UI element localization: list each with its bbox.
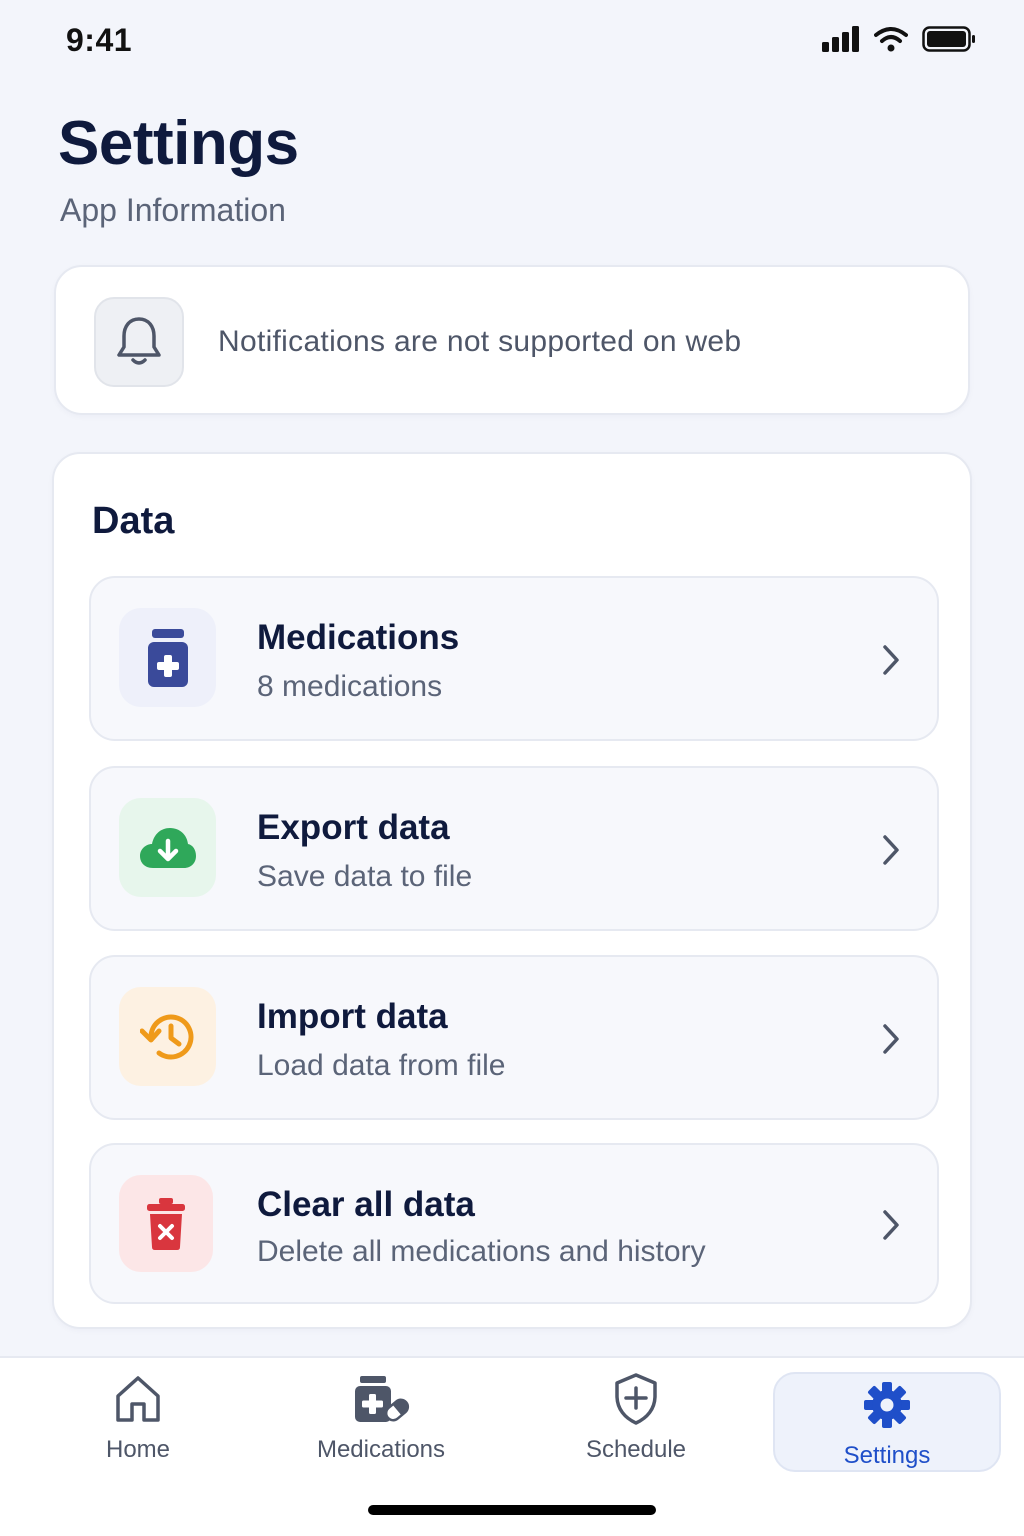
history-icon xyxy=(139,1014,193,1059)
page-title: Settings xyxy=(58,109,299,178)
notification-info-card: Notifications are not supported on web xyxy=(54,265,970,415)
notification-icon-box xyxy=(94,297,184,387)
export-data-row-subtitle: Save data to file xyxy=(257,860,473,893)
data-section-title: Data xyxy=(92,500,175,542)
medications-icon-box xyxy=(119,608,216,707)
bell-icon xyxy=(117,317,161,365)
nav-schedule-label: Schedule xyxy=(585,1436,687,1463)
cellular-signal-icon xyxy=(822,26,859,52)
import-icon-box xyxy=(119,987,216,1086)
clear-all-data-row-title: Clear all data xyxy=(257,1185,475,1224)
page-subtitle: App Information xyxy=(60,192,286,228)
import-data-row[interactable]: Import data Load data from file xyxy=(89,955,939,1120)
trash-icon xyxy=(147,1197,185,1250)
nav-medications-label: Medications xyxy=(316,1436,446,1463)
medications-icon xyxy=(355,1376,410,1422)
medicine-bottle-icon xyxy=(147,628,188,687)
export-data-row-title: Export data xyxy=(257,808,450,847)
nav-settings-label: Settings xyxy=(843,1442,931,1469)
status-bar: 9:41 xyxy=(0,0,1024,84)
notification-message: Notifications are not supported on web xyxy=(218,325,742,358)
clear-all-data-row[interactable]: Clear all data Delete all medications an… xyxy=(89,1143,939,1304)
status-time: 9:41 xyxy=(66,22,133,58)
clear-icon-box xyxy=(119,1175,213,1272)
gear-icon xyxy=(864,1382,910,1428)
nav-home[interactable]: Home xyxy=(68,1372,208,1472)
chevron-right-icon xyxy=(883,1024,899,1054)
home-indicator[interactable] xyxy=(368,1505,656,1515)
shield-plus-icon xyxy=(615,1373,657,1425)
nav-medications[interactable]: Medications xyxy=(300,1372,462,1472)
cloud-download-icon xyxy=(139,827,196,868)
chevron-right-icon xyxy=(883,1210,899,1240)
nav-home-label: Home xyxy=(105,1436,171,1463)
home-icon xyxy=(116,1376,160,1422)
import-data-row-title: Import data xyxy=(257,997,448,1036)
status-icons xyxy=(822,26,976,52)
data-section-card: Data Medications 8 medications Export da… xyxy=(52,452,972,1329)
clear-all-data-row-subtitle: Delete all medications and history xyxy=(257,1235,706,1268)
nav-settings[interactable]: Settings xyxy=(773,1372,1001,1472)
nav-schedule[interactable]: Schedule xyxy=(566,1372,706,1472)
medications-row-subtitle: 8 medications xyxy=(257,670,443,703)
medications-row[interactable]: Medications 8 medications xyxy=(89,576,939,741)
wifi-icon xyxy=(874,27,908,52)
chevron-right-icon xyxy=(883,645,899,675)
chevron-right-icon xyxy=(883,835,899,865)
battery-icon xyxy=(922,26,975,52)
import-data-row-subtitle: Load data from file xyxy=(257,1049,506,1082)
export-data-row[interactable]: Export data Save data to file xyxy=(89,766,939,931)
medications-row-title: Medications xyxy=(257,618,460,657)
export-icon-box xyxy=(119,798,216,897)
